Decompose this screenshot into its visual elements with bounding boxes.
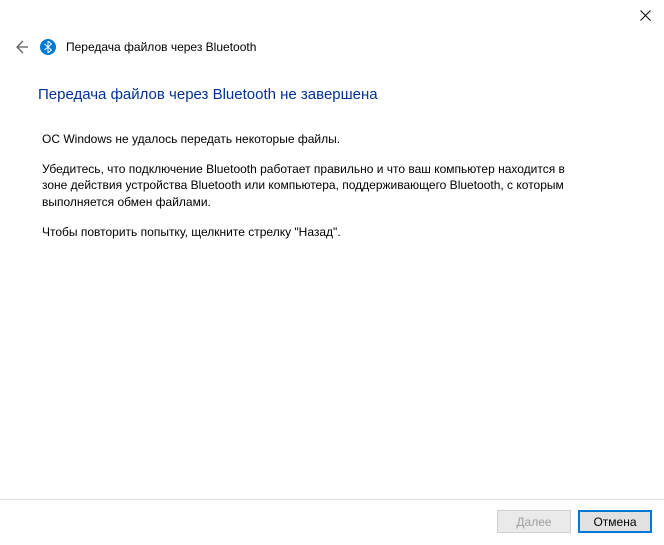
arrow-left-icon — [13, 39, 29, 55]
back-button[interactable] — [12, 38, 30, 56]
error-line-3: Чтобы повторить попытку, щелкните стрелк… — [42, 224, 582, 240]
error-line-1: ОС Windows не удалось передать некоторые… — [42, 131, 582, 147]
close-button[interactable] — [638, 8, 652, 22]
cancel-button[interactable]: Отмена — [578, 510, 652, 533]
window-title: Передача файлов через Bluetooth — [66, 40, 256, 54]
body-text: ОС Windows не удалось передать некоторые… — [42, 131, 626, 240]
next-button: Далее — [497, 510, 571, 533]
header-row: Передача файлов через Bluetooth — [12, 38, 256, 56]
error-line-2: Убедитесь, что подключение Bluetooth раб… — [42, 161, 582, 210]
bluetooth-icon — [40, 39, 56, 55]
close-icon — [640, 10, 651, 21]
footer-bar: Далее Отмена — [0, 499, 664, 533]
main-heading: Передача файлов через Bluetooth не завер… — [38, 86, 626, 103]
content-area: Передача файлов через Bluetooth не завер… — [38, 86, 626, 254]
